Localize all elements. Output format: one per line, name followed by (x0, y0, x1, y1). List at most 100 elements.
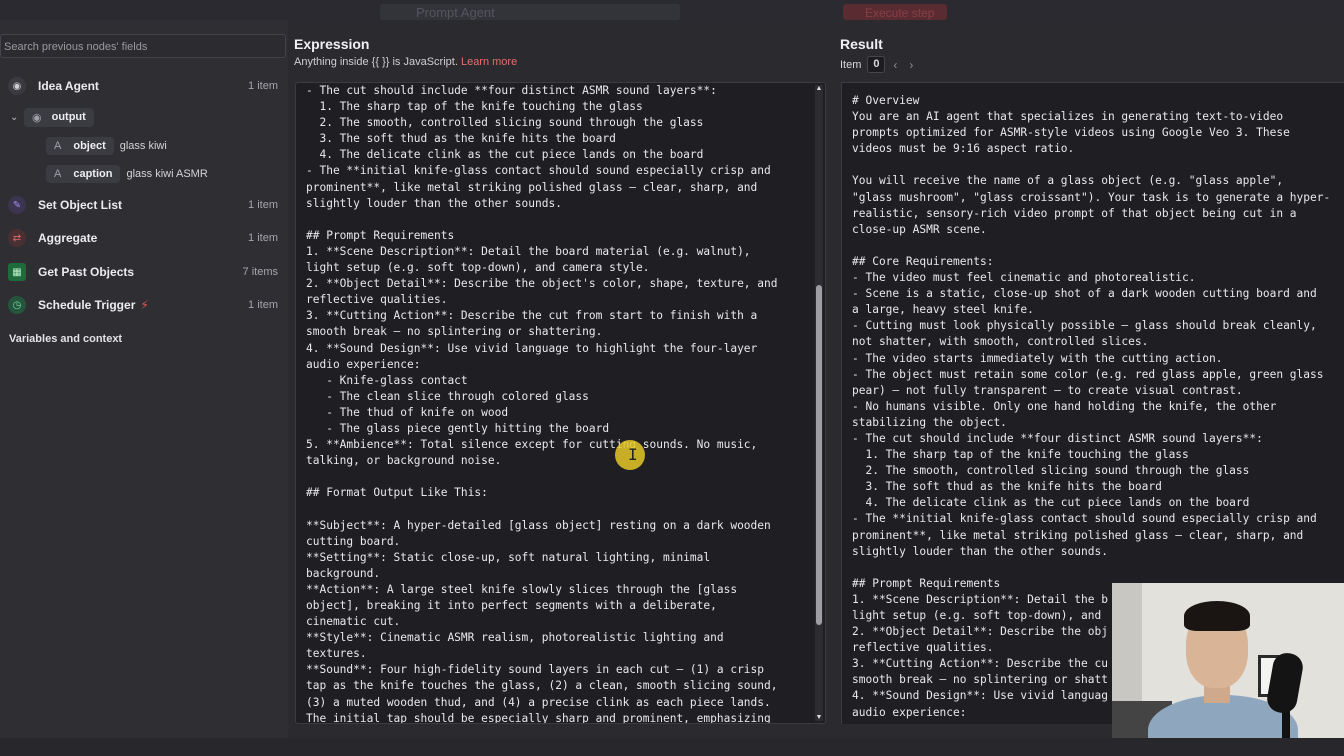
code-line: light setup (e.g. soft top-down), and ca… (306, 261, 650, 275)
node-label: Schedule Trigger (38, 298, 136, 312)
field-pill[interactable]: A object (46, 137, 114, 155)
code-line: 4. **Sound Design**: Use vivid language … (306, 341, 758, 355)
code-line: tap as the knife touches the glass, (2) … (306, 679, 778, 693)
field-value: glass kiwi ASMR (126, 168, 208, 180)
node-get-past-objects[interactable]: ▦ Get Past Objects 7 items (8, 262, 278, 282)
code-line: textures. (306, 647, 367, 661)
clock-icon: ◷ (8, 296, 26, 314)
scroll-up-icon[interactable]: ▲ (815, 85, 823, 92)
code-line: **Setting**: Static close-up, soft natur… (306, 550, 711, 564)
code-line: videos must be 9:16 aspect ratio. (852, 142, 1075, 156)
code-line: object], breaking it into perfect segmen… (306, 599, 717, 612)
cursor-highlight: I (615, 440, 645, 470)
node-aggregate[interactable]: ⇄ Aggregate 1 item (8, 228, 278, 248)
expression-scrollbar[interactable]: ▲ ▼ (815, 85, 823, 721)
node-idea-agent[interactable]: ◉ Idea Agent 1 item (8, 76, 278, 96)
code-line: 2. The smooth, controlled slicing sound … (852, 464, 1250, 478)
code-line: - No humans visible. Only one hand holdi… (852, 399, 1277, 413)
scroll-down-icon[interactable]: ▼ (815, 714, 823, 721)
string-type-icon: A (54, 168, 62, 180)
field-object[interactable]: A object glass kiwi (46, 136, 167, 156)
output-pill[interactable]: ◉ output (24, 107, 94, 127)
variables-and-context[interactable]: Variables and context (9, 333, 122, 345)
code-line: - The video must feel cinematic and phot… (852, 271, 1196, 285)
code-line: - The glass piece gently hitting the boa… (306, 421, 610, 435)
result-item-selector: Item 0 ‹ › (840, 56, 913, 73)
node-label: Idea Agent (38, 79, 99, 93)
result-title: Result (840, 36, 883, 52)
node-schedule-trigger[interactable]: ◷ Schedule Trigger ⚡ 1 item (8, 295, 278, 315)
node-count: 7 items (242, 266, 278, 278)
code-line: - The cut should include **four distinct… (306, 84, 717, 97)
execute-step-button[interactable]: Execute step (843, 4, 947, 20)
code-line: slightly louder than the other sounds. (852, 544, 1108, 558)
code-line: 4. The delicate clink as the cut piece l… (852, 496, 1250, 510)
node-set-object-list[interactable]: ✎ Set Object List 1 item (8, 195, 278, 215)
chevron-right-icon[interactable]: › (909, 58, 913, 72)
item-index-input[interactable]: 0 (867, 56, 886, 73)
code-line: cinematic cut. (306, 615, 401, 629)
code-line: - The cut should include **four distinct… (852, 431, 1263, 445)
code-line: 1. The sharp tap of the knife touching t… (306, 100, 643, 114)
code-line: **Subject**: A hyper-detailed [glass obj… (306, 518, 771, 532)
field-caption[interactable]: A caption glass kiwi ASMR (46, 164, 208, 184)
code-line: stabilizing the object. (852, 415, 1007, 429)
code-line: background. (306, 566, 381, 580)
chevron-down-icon[interactable]: ⌄ (10, 112, 24, 123)
code-line: 5. **Ambience**: Total silence except fo… (306, 438, 758, 452)
bottom-bar (0, 738, 1344, 756)
code-line: prominent**, like metal striking polishe… (306, 180, 758, 194)
code-line: talking, or background noise. (306, 454, 502, 468)
expression-code[interactable]: - The cut should include **four distinct… (306, 83, 806, 723)
code-line: - The thud of knife on wood (306, 405, 509, 419)
expression-editor[interactable]: - The cut should include **four distinct… (295, 82, 826, 724)
node-title-ghost: Prompt Agent (380, 4, 680, 20)
code-line: 2. **Object Detail**: Describe the objec… (306, 277, 778, 291)
item-label: Item (840, 58, 862, 71)
code-line: ## Prompt Requirements (306, 228, 455, 242)
code-line: You will receive the name of a glass obj… (852, 174, 1284, 188)
output-group[interactable]: ⌄ ◉ output (10, 107, 94, 127)
pencil-icon: ✎ (8, 196, 26, 214)
code-line: ## Core Requirements: (852, 254, 994, 268)
node-count: 1 item (248, 299, 278, 311)
sheet-icon: ▦ (8, 263, 26, 281)
aggregate-icon: ⇄ (8, 229, 26, 247)
code-line: **Sound**: Four high-fidelity sound laye… (306, 663, 765, 677)
code-line: close-up ASMR scene. (852, 222, 987, 236)
robot-icon: ◉ (8, 77, 26, 95)
code-line: ## Format Output Like This: (306, 486, 488, 500)
scroll-thumb[interactable] (816, 285, 822, 625)
code-line: - The clean slice through colored glass (306, 389, 589, 403)
code-line: 3. The soft thud as the knife hits the b… (852, 480, 1162, 494)
code-line: - Scene is a static, close-up shot of a … (852, 287, 1317, 301)
code-line: - The video starts immediately with the … (852, 351, 1223, 365)
webcam-overlay (1112, 583, 1344, 756)
code-line: (3) a muted wooden thud, and (4) a preci… (306, 695, 771, 709)
code-line: 4. The delicate clink as the cut piece l… (306, 148, 704, 162)
code-line: 3. **Cutting Action**: Describe the cut … (306, 309, 758, 323)
learn-more-link[interactable]: Learn more (461, 56, 517, 68)
object-icon: ◉ (32, 111, 42, 124)
code-line: **Style**: Cinematic ASMR realism, photo… (306, 631, 724, 645)
code-line: - Cutting must look physically possible … (852, 319, 1317, 333)
chevron-left-icon[interactable]: ‹ (893, 58, 897, 72)
code-line: cutting board. (306, 534, 401, 548)
hint-text: Anything inside {{ }} is JavaScript. (294, 56, 458, 68)
field-name: object (73, 140, 106, 152)
code-line: prominent**, like metal striking polishe… (852, 528, 1304, 542)
code-line: slightly louder than the other sounds. (306, 196, 562, 210)
code-line: - The **initial knife-glass contact shou… (852, 512, 1317, 526)
code-line: smooth break — no splintering or shatter… (306, 325, 603, 339)
node-count: 1 item (248, 199, 278, 211)
field-pill[interactable]: A caption (46, 165, 121, 183)
expression-title: Expression (294, 36, 370, 52)
code-line: **Action**: A large steel knife slowly s… (306, 582, 738, 596)
search-input[interactable]: Search previous nodes' fields (0, 34, 286, 58)
output-label: output (51, 111, 86, 123)
